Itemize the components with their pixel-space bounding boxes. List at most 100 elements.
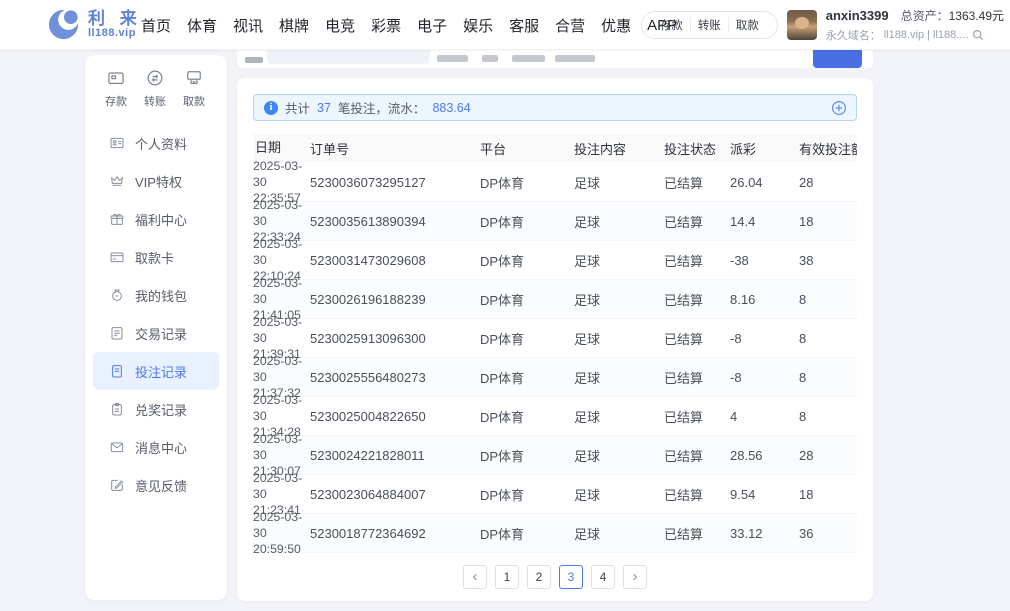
header-account-area: 存款 转账 取款 anxin3399 总资产：1363.49元 永久域名： ll… <box>641 0 1004 50</box>
nav-item-partner[interactable]: 合营 <box>555 15 585 36</box>
assets-label: 总资产： <box>901 9 949 23</box>
bet-count: 37 <box>317 101 331 115</box>
table-row: 2025-03-3020:59:50 5230018772364692 DP体育… <box>253 514 857 553</box>
summary-bar: i 共计 37 笔投注，流水： 883.64 <box>253 94 857 121</box>
quick-deposit-button[interactable]: 存款 <box>102 68 130 109</box>
date-filter-button[interactable] <box>555 55 595 62</box>
status-badge: 已结算 <box>664 290 730 309</box>
sidebar-item-profile[interactable]: 个人资料 <box>93 124 219 162</box>
user-info: anxin3399 总资产：1363.49元 永久域名： ll188.vip |… <box>826 7 1004 43</box>
status-badge: 已结算 <box>664 212 730 231</box>
nav-item-service[interactable]: 客服 <box>509 15 539 36</box>
nav-item-chess[interactable]: 棋牌 <box>279 15 309 36</box>
wallet-icon <box>109 287 125 303</box>
nav-item-sports[interactable]: 体育 <box>187 15 217 36</box>
sidebar-item-wallet[interactable]: 我的钱包 <box>93 276 219 314</box>
main-nav: 首页 体育 视讯 棋牌 电竞 彩票 电子 娱乐 客服 合营 优惠 APP <box>141 0 677 50</box>
sidebar-item-redeem-records[interactable]: 兑奖记录 <box>93 390 219 428</box>
filter-toolbar-cutoff <box>237 50 873 68</box>
profile-icon <box>109 135 125 151</box>
pagination: ‹ 1 2 3 4 › <box>253 565 857 589</box>
date-range-input[interactable] <box>267 50 430 64</box>
date-filter-button[interactable] <box>512 55 545 62</box>
top-navbar: 利 来 ll188.vip 首页 体育 视讯 棋牌 电竞 彩票 电子 娱乐 客服… <box>0 0 1010 50</box>
nav-item-home[interactable]: 首页 <box>141 15 171 36</box>
withdraw-icon <box>184 68 204 88</box>
circle-plus-icon[interactable] <box>831 100 847 116</box>
table-header-row: 日期 订单号 平台 投注内容 投注状态 派彩 有效投注额 <box>253 133 857 163</box>
page-button-2[interactable]: 2 <box>527 565 551 589</box>
table-row: 2025-03-3021:23:41 5230023064884007 DP体育… <box>253 475 857 514</box>
avatar[interactable] <box>787 10 817 40</box>
sidebar-item-transactions[interactable]: 交易记录 <box>93 314 219 352</box>
domain-value: ll188.vip | ll188.... <box>884 29 969 41</box>
status-badge: 已结算 <box>664 251 730 270</box>
transfer-icon <box>145 68 165 88</box>
bank-card-icon <box>109 249 125 265</box>
bet-records-table: 日期 订单号 平台 投注内容 投注状态 派彩 有效投注额 2025-03-302… <box>253 133 857 553</box>
page-button-3[interactable]: 3 <box>559 565 583 589</box>
nav-item-live[interactable]: 视讯 <box>233 15 263 36</box>
transfer-link[interactable]: 转账 <box>690 17 728 33</box>
brand-title: 利 来 <box>88 10 142 28</box>
sidebar-quick-actions: 存款 转账 取款 <box>85 55 227 109</box>
nav-item-casino[interactable]: 娱乐 <box>463 15 493 36</box>
status-badge: 已结算 <box>664 485 730 504</box>
page-button-1[interactable]: 1 <box>495 565 519 589</box>
status-badge: 已结算 <box>664 446 730 465</box>
prev-page-button[interactable]: ‹ <box>463 565 487 589</box>
feedback-pen-icon <box>109 477 125 493</box>
page: 利 来 ll188.vip 首页 体育 视讯 棋牌 电竞 彩票 电子 娱乐 客服… <box>0 0 1010 611</box>
date-filter-button[interactable] <box>482 55 498 62</box>
sidebar-item-messages[interactable]: 消息中心 <box>93 428 219 466</box>
sidebar: 存款 转账 取款 个人资料 <box>85 55 227 600</box>
sidebar-item-feedback[interactable]: 意见反馈 <box>93 466 219 504</box>
bet-records-icon <box>109 363 125 379</box>
deposit-icon <box>106 68 126 88</box>
status-badge: 已结算 <box>664 407 730 426</box>
quick-withdraw-button[interactable]: 取款 <box>180 68 208 109</box>
envelope-icon <box>109 439 125 455</box>
table-row: 2025-03-3021:30:07 5230024221828011 DP体育… <box>253 436 857 475</box>
status-badge: 已结算 <box>664 368 730 387</box>
next-page-button[interactable]: › <box>623 565 647 589</box>
search-submit-button[interactable] <box>813 50 862 68</box>
table-row: 2025-03-3022:10:24 5230031473029608 DP体育… <box>253 241 857 280</box>
deposit-link[interactable]: 存款 <box>653 17 690 33</box>
brand-logo[interactable]: 利 来 ll188.vip <box>46 7 142 42</box>
filter-label-fragment <box>245 57 263 63</box>
search-icon[interactable] <box>972 29 984 41</box>
gift-icon <box>109 211 125 227</box>
nav-item-esports[interactable]: 电竞 <box>325 15 355 36</box>
sidebar-item-welfare[interactable]: 福利中心 <box>93 200 219 238</box>
quick-transfer-button[interactable]: 转账 <box>141 68 169 109</box>
nav-item-slots[interactable]: 电子 <box>417 15 447 36</box>
nav-item-promo[interactable]: 优惠 <box>601 15 631 36</box>
table-row: 2025-03-3021:37:32 5230025556480273 DP体育… <box>253 358 857 397</box>
table-row: 2025-03-3021:34:28 5230025004822650 DP体育… <box>253 397 857 436</box>
table-body: 2025-03-3022:35:57 5230036073295127 DP体育… <box>253 163 857 553</box>
domain-label: 永久域名： <box>826 27 881 43</box>
turnover-value: 883.64 <box>432 101 470 115</box>
table-row: 2025-03-3022:33:24 5230035613890394 DP体育… <box>253 202 857 241</box>
table-row: 2025-03-3021:39:31 5230025913096300 DP体育… <box>253 319 857 358</box>
sidebar-menu: 个人资料 VIP特权 福利中心 取款卡 <box>85 124 227 504</box>
sidebar-item-withdraw-card[interactable]: 取款卡 <box>93 238 219 276</box>
status-badge: 已结算 <box>664 329 730 348</box>
sidebar-item-vip[interactable]: VIP特权 <box>93 162 219 200</box>
brand-logo-icon <box>46 7 81 42</box>
date-filter-button[interactable] <box>437 55 468 62</box>
username: anxin3399 <box>826 8 889 23</box>
page-button-4[interactable]: 4 <box>591 565 615 589</box>
transaction-list-icon <box>109 325 125 341</box>
status-badge: 已结算 <box>664 524 730 543</box>
nav-item-lottery[interactable]: 彩票 <box>371 15 401 36</box>
sidebar-item-bet-records[interactable]: 投注记录 <box>93 352 219 390</box>
bet-records-panel: i 共计 37 笔投注，流水： 883.64 日期 订单号 平台 投注内容 投注… <box>237 78 873 601</box>
clipboard-icon <box>109 401 125 417</box>
quick-links-pill: 存款 转账 取款 <box>641 11 778 39</box>
brand-domain: ll188.vip <box>88 28 142 40</box>
withdraw-link[interactable]: 取款 <box>728 17 766 33</box>
table-row: 2025-03-3022:35:57 5230036073295127 DP体育… <box>253 163 857 202</box>
assets-value: 1363.49元 <box>949 9 1004 23</box>
